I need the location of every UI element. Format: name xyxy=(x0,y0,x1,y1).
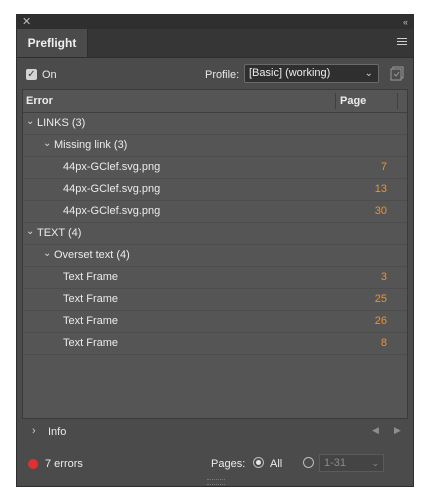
tab-preflight[interactable]: Preflight xyxy=(17,29,88,57)
error-row-label: 44px-GClef.svg.png xyxy=(63,205,161,217)
error-group-row[interactable]: ⌄ Overset text (4) xyxy=(23,245,407,267)
collapse-icon[interactable]: ‹‹ xyxy=(403,15,408,29)
info-section[interactable]: › Info ◀ ▶ xyxy=(17,421,413,443)
page-range-radio[interactable] xyxy=(303,457,314,468)
chevron-down-icon: ⌄ xyxy=(364,68,373,79)
on-label: On xyxy=(42,69,57,81)
page-link[interactable]: 26 xyxy=(375,315,387,327)
error-item-row[interactable]: Text Frame 25 xyxy=(23,289,407,311)
page-link[interactable]: 3 xyxy=(381,271,387,283)
error-group-row[interactable]: ⌄ TEXT (4) xyxy=(23,223,407,245)
resize-grip[interactable] xyxy=(207,479,225,485)
error-row-label: TEXT (4) xyxy=(37,227,82,239)
profile-label: Profile: xyxy=(205,69,240,81)
chevron-right-icon[interactable]: › xyxy=(32,425,36,437)
on-checkbox[interactable]: ✓ xyxy=(26,69,37,80)
page-link[interactable]: 25 xyxy=(375,293,387,305)
page-link[interactable]: 13 xyxy=(375,183,387,195)
error-row-label: Missing link (3) xyxy=(54,139,128,151)
error-row-label: Text Frame xyxy=(63,337,119,349)
tab-strip: Preflight xyxy=(17,29,413,58)
page-link[interactable]: 7 xyxy=(381,161,387,173)
pages-label: Pages: xyxy=(211,458,246,470)
error-item-row[interactable]: 44px-GClef.svg.png 7 xyxy=(23,157,407,179)
error-group-row[interactable]: ⌄ LINKS (3) xyxy=(23,113,407,135)
error-item-row[interactable]: 44px-GClef.svg.png 30 xyxy=(23,201,407,223)
chevron-down-icon[interactable]: ⌄ xyxy=(43,138,51,149)
next-icon[interactable]: ▶ xyxy=(394,425,401,436)
chevron-down-icon[interactable]: ⌄ xyxy=(26,226,34,237)
error-row-label: Text Frame xyxy=(63,315,119,327)
profile-value: [Basic] (working) xyxy=(249,67,331,79)
error-row-label: 44px-GClef.svg.png xyxy=(63,183,161,195)
error-item-row[interactable]: Text Frame 8 xyxy=(23,333,407,355)
column-divider xyxy=(335,93,336,109)
error-count: 7 errors xyxy=(45,458,83,470)
chevron-down-icon: ⌄ xyxy=(371,458,379,468)
all-pages-radio[interactable] xyxy=(253,457,264,468)
error-item-row[interactable]: Text Frame 3 xyxy=(23,267,407,289)
error-row-label: 44px-GClef.svg.png xyxy=(63,161,161,173)
page-range-value: 1-31 xyxy=(324,457,347,469)
chevron-down-icon[interactable]: ⌄ xyxy=(26,116,34,127)
error-item-row[interactable]: Text Frame 26 xyxy=(23,311,407,333)
list-header: Error Page xyxy=(23,90,407,113)
previous-icon[interactable]: ◀ xyxy=(372,425,379,436)
chevron-down-icon[interactable]: ⌄ xyxy=(43,248,51,259)
column-divider xyxy=(397,93,398,109)
error-row-label: Text Frame xyxy=(63,293,119,305)
preflight-toolbar: ✓ On Profile: [Basic] (working) ⌄ xyxy=(17,59,413,89)
error-list: Error Page ⌄ LINKS (3) ⌄ Missing link (3) 44… xyxy=(22,89,408,419)
column-header-error[interactable]: Error xyxy=(26,95,53,107)
profile-dropdown[interactable]: [Basic] (working) ⌄ xyxy=(244,64,379,83)
error-row-label: LINKS (3) xyxy=(37,117,86,129)
error-item-row[interactable]: 44px-GClef.svg.png 13 xyxy=(23,179,407,201)
preflight-panel: ✕ ‹‹ Preflight ✓ On Profile: [Basic] (wo… xyxy=(16,14,414,487)
column-header-page[interactable]: Page xyxy=(340,95,366,107)
all-pages-label: All xyxy=(270,458,283,470)
page-link[interactable]: 30 xyxy=(375,205,387,217)
error-status-icon xyxy=(28,459,38,469)
define-profiles-icon[interactable] xyxy=(390,66,404,81)
panel-titlebar: ✕ ‹‹ xyxy=(17,15,413,29)
info-label: Info xyxy=(48,426,67,438)
page-range-field[interactable]: 1-31 ⌄ xyxy=(319,454,384,472)
error-row-label: Text Frame xyxy=(63,271,119,283)
panel-menu-icon[interactable] xyxy=(397,38,407,46)
page-link[interactable]: 8 xyxy=(381,337,387,349)
error-group-row[interactable]: ⌄ Missing link (3) xyxy=(23,135,407,157)
close-icon[interactable]: ✕ xyxy=(22,15,31,29)
status-footer: 7 errors Pages: All 1-31 ⌄ xyxy=(17,451,413,477)
error-row-label: Overset text (4) xyxy=(54,249,130,261)
